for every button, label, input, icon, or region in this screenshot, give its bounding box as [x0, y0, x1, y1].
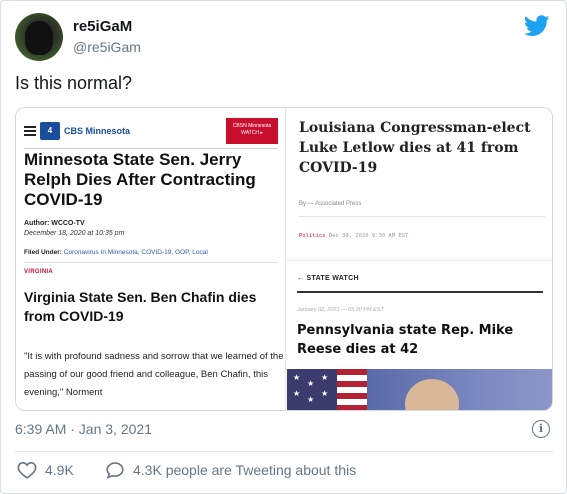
user-handle[interactable]: @re5iGam: [73, 39, 141, 55]
byline: By — Associated Press: [299, 201, 362, 207]
headline-virginia: Virginia State Sen. Ben Chafin dies from…: [24, 289, 257, 324]
politics-date: Dec 30, 2020 9:30 AM EST: [328, 233, 409, 239]
headline-louisiana: Louisiana Congressman-elect Luke Letlow …: [299, 120, 531, 176]
tweeting-about-link[interactable]: 4.3K people are Tweeting about this: [133, 462, 356, 478]
cbs-logo: 4: [40, 122, 60, 140]
back-arrow-icon: ←: [297, 275, 307, 282]
tweet-timestamp[interactable]: 6:39 AM · Jan 3, 2021: [15, 421, 152, 437]
filed-label: Filed Under:: [24, 249, 62, 256]
divider: [24, 148, 278, 149]
article-photo: ★ ★ ★ ★ ★ ★: [287, 369, 552, 410]
display-name[interactable]: re5iGaM: [73, 18, 132, 35]
info-icon[interactable]: i: [532, 420, 550, 438]
cbsn-label: CBSN Minnesota: [232, 123, 272, 129]
state-watch-label: STATE WATCH: [306, 275, 359, 282]
date-line: December 18, 2020 at 10:35 pm: [24, 230, 125, 237]
hamburger-menu-icon: [24, 126, 36, 136]
date-line: January 02, 2021 — 05:20 PM EST: [297, 307, 384, 313]
tweet-text: Is this normal?: [15, 73, 133, 93]
cbsn-watch-badge: CBSN Minnesota WATCH ▸: [226, 118, 278, 144]
tweet-card: re5iGaM @re5iGam Is this normal? 4 CBS M…: [0, 0, 567, 494]
filed-under: Filed Under: Coronavirus In Minnesota, C…: [24, 249, 208, 256]
section-tag: VIRGINIA: [24, 269, 54, 275]
section-state-watch: ← STATE WATCH: [297, 275, 359, 282]
cbsn-watch: WATCH ▸: [241, 130, 263, 136]
article-quote: "It is with profound sadness and sorrow …: [24, 351, 284, 398]
article-louisiana: Louisiana Congressman-elect Luke Letlow …: [287, 108, 552, 258]
divider: [15, 451, 553, 452]
headline-minnesota: Minnesota State Sen. Jerry Relph Dies Af…: [24, 150, 256, 209]
heart-icon[interactable]: [17, 461, 37, 479]
speech-bubble-icon[interactable]: [105, 461, 125, 479]
avatar[interactable]: [15, 13, 63, 61]
filed-tags: Coronavirus In Minnesota, COVID-19, GOP,…: [63, 249, 208, 256]
headline-pennsylvania: Pennsylvania state Rep. Mike Reese dies …: [297, 323, 514, 357]
article-minnesota: 4 CBS Minnesota CBSN Minnesota WATCH ▸ M…: [16, 108, 286, 410]
politics-line: Politics Dec 30, 2020 9:30 AM EST: [299, 233, 408, 239]
politics-tag: Politics: [299, 233, 326, 239]
article-pennsylvania: ← STATE WATCH January 02, 2021 — 05:20 P…: [287, 260, 552, 410]
divider: [297, 291, 543, 293]
author-line: Author: WCCO-TV: [24, 220, 85, 227]
cbs-header: 4 CBS Minnesota CBSN Minnesota WATCH ▸: [24, 118, 278, 146]
like-count[interactable]: 4.9K: [45, 462, 74, 478]
twitter-bird-icon[interactable]: [524, 15, 550, 37]
divider: [24, 262, 278, 263]
photo-background: [367, 369, 552, 410]
tweet-media-image[interactable]: 4 CBS Minnesota CBSN Minnesota WATCH ▸ M…: [15, 107, 553, 411]
station-name: CBS Minnesota: [64, 126, 131, 136]
flag-stars: ★ ★ ★ ★ ★ ★: [287, 369, 337, 410]
divider: [299, 216, 545, 217]
